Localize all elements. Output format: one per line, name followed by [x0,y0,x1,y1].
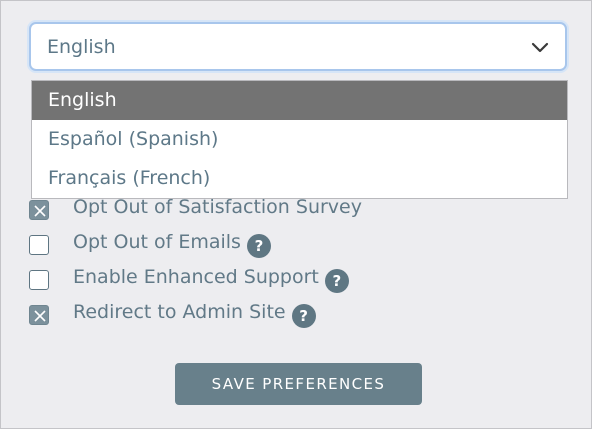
opt-out-emails-checkbox[interactable] [29,235,49,255]
help-icon[interactable]: ? [246,234,271,258]
x-mark-icon [34,310,46,322]
enhanced-support-checkbox[interactable] [29,270,49,290]
language-select-value: English [47,36,116,58]
admin-redirect-checkbox[interactable] [29,305,49,325]
chevron-down-icon [531,39,549,55]
help-icon[interactable]: ? [324,269,349,293]
opt-out-survey-label: Opt Out of Satisfaction Survey [73,196,362,218]
save-preferences-button[interactable]: SAVE PREFERENCES [175,363,422,405]
language-option-spanish[interactable]: Español (Spanish) [32,120,567,159]
x-mark-icon [34,205,46,217]
enhanced-support-label: Enable Enhanced Support? [73,266,349,293]
help-icon[interactable]: ? [291,304,316,328]
language-dropdown-list: English Español (Spanish) Français (Fren… [31,80,568,199]
opt-out-emails-label: Opt Out of Emails? [73,231,271,258]
admin-redirect-label: Redirect to Admin Site? [73,301,316,328]
opt-out-survey-checkbox[interactable] [29,200,49,220]
preferences-panel: English English Español (Spanish) França… [0,0,592,429]
language-option-french[interactable]: Français (French) [32,159,567,198]
language-select[interactable]: English [29,22,567,71]
language-option-english[interactable]: English [32,81,567,120]
